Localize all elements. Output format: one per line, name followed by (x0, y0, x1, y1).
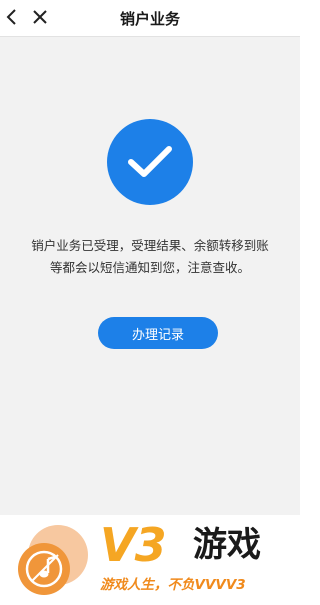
page-title: 销户业务 (119, 10, 180, 28)
result-message: 销户业务已受理，受理结果、余额转移到账 等都会以短信通知到您，注意查收。 (20, 235, 280, 279)
message-line-1: 销户业务已受理，受理结果、余额转移到账 (31, 238, 269, 253)
brand-slogan: 游戏人生，不负VVVV3 (100, 577, 246, 593)
result-panel: 销户业务已受理，受理结果、余额转移到账 等都会以短信通知到您，注意查收。 办理记… (0, 37, 300, 515)
navigation-bar: 销户业务 (0, 0, 300, 37)
brand-mark: V3 (100, 518, 167, 572)
success-badge (107, 119, 193, 205)
records-button[interactable]: 办理记录 (98, 317, 218, 349)
brand-name: 游戏 (193, 525, 261, 565)
brand-logo (18, 525, 88, 595)
message-line-2: 等都会以短信通知到您，注意查收。 (49, 260, 250, 275)
checkmark-icon (128, 146, 172, 177)
